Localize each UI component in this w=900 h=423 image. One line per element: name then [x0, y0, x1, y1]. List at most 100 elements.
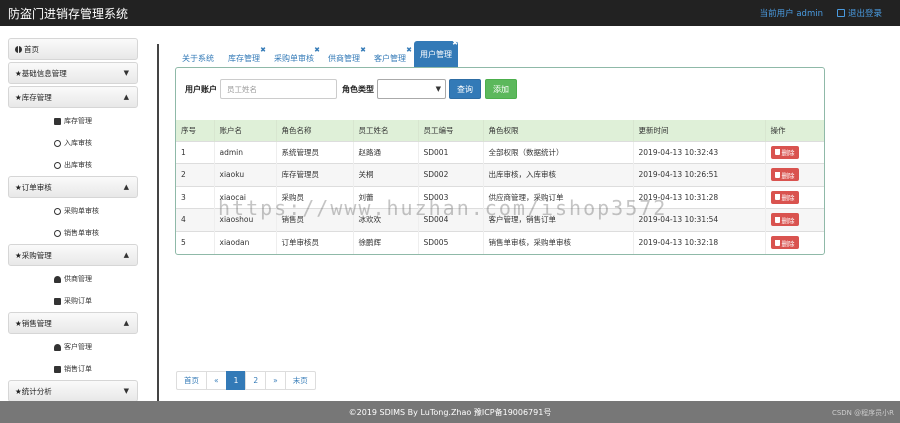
sidebar-group-statistics[interactable]: ★统计分析 ▼: [8, 380, 138, 401]
tab-user-manage[interactable]: 用户管理 ✖: [414, 39, 458, 68]
sidebar-item-label: 出库审核: [64, 161, 92, 169]
column-header: 操作: [764, 120, 824, 141]
table-cell: 1: [176, 140, 214, 164]
trash-icon: [774, 194, 780, 201]
sidebar-divider: [157, 44, 159, 401]
table-cell: 2019-04-13 10:31:54: [632, 208, 765, 231]
sidebar-item-sales-order[interactable]: 销售订单: [8, 358, 138, 380]
sidebar-group-basic-info[interactable]: ★基础信息管理 ▼: [8, 62, 138, 84]
sidebar-group-label: ★采购管理: [15, 250, 52, 260]
delete-button[interactable]: 删除: [770, 168, 799, 182]
page-last[interactable]: 末页: [284, 371, 316, 390]
delete-label: 删除: [781, 239, 795, 248]
table-cell: 库存管理员: [275, 163, 353, 186]
employee-name-input[interactable]: 员工姓名: [220, 79, 337, 99]
table-cell-actions: 删除: [764, 185, 824, 209]
table-header-row: 序号 账户名 角色名称 员工姓名 员工编号 角色权限 更新时间 操作: [176, 120, 824, 141]
top-navbar: 防盗门进销存管理系统 当前用户 admin 退出登录: [0, 0, 900, 26]
book-icon: [54, 365, 61, 373]
table-cell: 3: [176, 185, 214, 209]
trash-icon: [774, 149, 780, 156]
check-circle-icon: [54, 161, 61, 169]
table-row: 3 xiaocai 采购员 刘蕾 SD003 供应商管理，采购订单 2019-04-13 1…: [176, 185, 824, 209]
page-1[interactable]: 1: [225, 371, 247, 390]
sidebar-item-supplier-manage[interactable]: 供商管理: [8, 268, 138, 290]
table-cell: 2019-04-13 10:32:18: [632, 230, 765, 254]
table-cell: 采购员: [275, 185, 353, 209]
tab-label: 用户管理: [420, 50, 452, 59]
delete-label: 删除: [781, 149, 795, 158]
table-cell: SD002: [417, 163, 483, 186]
sidebar-item-sales-review[interactable]: 销售单审核: [8, 222, 138, 244]
page-prev[interactable]: «: [206, 371, 227, 390]
sidebar-group-label: ★销售管理: [15, 318, 52, 328]
delete-button[interactable]: 删除: [770, 236, 799, 249]
sidebar-group-order-review[interactable]: ★订单审核 ▲: [8, 176, 138, 198]
table-cell: 2019-04-13 10:26:51: [632, 163, 765, 186]
table-row: 4 xiaoshou 销售员 冰欢欢 SD004 客户管理，销售订单 2019-04-13 …: [176, 208, 824, 231]
tab-about[interactable]: 关于系统: [176, 48, 220, 68]
hdd-icon: [54, 117, 61, 125]
table-cell: 2019-04-13 10:31:28: [632, 185, 765, 209]
page-next[interactable]: »: [265, 371, 286, 390]
tab-purchase-review[interactable]: 采购单审核 ✖: [268, 46, 320, 68]
current-user-link[interactable]: 当前用户 admin: [760, 7, 823, 19]
sidebar-group-label: ★库存管理: [15, 92, 52, 102]
logout-link[interactable]: 退出登录: [836, 7, 882, 19]
sidebar-item-customer-manage[interactable]: 客户管理: [8, 336, 138, 358]
table-cell: 2019-04-13 10:32:43: [632, 140, 765, 164]
table-cell: 冰欢欢: [352, 208, 418, 231]
check-circle-icon: [54, 139, 61, 147]
sidebar-item-outbound-review[interactable]: 出库审核: [8, 154, 138, 176]
table-cell: 刘蕾: [352, 185, 418, 209]
sidebar-group-label: ★基础信息管理: [15, 68, 67, 78]
table-cell: SD004: [417, 208, 483, 231]
close-icon[interactable]: ✖: [452, 39, 458, 47]
table-row: 1 admin 系统管理员 赵路通 SD001 全部权限（数据统计） 2019-04-13 …: [176, 140, 824, 164]
sidebar-item-inbound-review[interactable]: 入库审核: [8, 132, 138, 154]
page-first[interactable]: 首页: [176, 371, 207, 390]
footer: ©2019 SDIMS By LuTong.Zhao 豫ICP备19006791…: [0, 401, 900, 423]
sidebar-item-label: 首页: [24, 44, 39, 54]
sidebar-item-purchase-review[interactable]: 采购单审核: [8, 200, 138, 222]
tab-inventory[interactable]: 库存管理 ✖: [222, 46, 266, 68]
close-icon[interactable]: ✖: [406, 46, 412, 54]
tab-label: 关于系统: [182, 53, 214, 63]
sidebar-item-inventory-manage[interactable]: 库存管理: [8, 110, 138, 132]
delete-button[interactable]: 删除: [770, 145, 799, 159]
sidebar-item-label: 采购订单: [64, 297, 92, 305]
sidebar-item-home[interactable]: 首页: [8, 38, 138, 60]
search-bar: 用户账户 员工姓名 角色类型 ▼ 查询 添加: [185, 79, 521, 99]
add-button[interactable]: 添加: [485, 79, 517, 99]
home-grid-icon: [15, 45, 22, 53]
csdn-credit: CSDN @程序员小R: [831, 409, 894, 417]
sidebar-group-purchase[interactable]: ★采购管理 ▲: [8, 244, 138, 266]
sidebar-group-inventory[interactable]: ★库存管理 ▲: [8, 86, 138, 108]
trash-icon: [774, 171, 780, 178]
sidebar-item-label: 客户管理: [64, 343, 92, 351]
tab-label: 库存管理: [228, 53, 260, 63]
app-title: 防盗门进销存管理系统: [8, 7, 129, 21]
page-2[interactable]: 2: [245, 371, 267, 390]
chevron-down-icon: ▼: [435, 85, 441, 93]
close-icon[interactable]: ✖: [360, 46, 366, 54]
logout-icon: [836, 9, 845, 17]
delete-label: 删除: [781, 216, 795, 225]
table-cell: SD003: [417, 185, 483, 209]
close-icon[interactable]: ✖: [260, 46, 266, 54]
chevron-down-icon: ▼: [123, 69, 129, 77]
query-button[interactable]: 查询: [449, 79, 481, 99]
user-table: 序号 账户名 角色名称 员工姓名 员工编号 角色权限 更新时间 操作 1 admi…: [176, 120, 824, 254]
tab-supplier[interactable]: 供商管理 ✖: [322, 46, 366, 68]
sidebar-item-purchase-order[interactable]: 采购订单: [8, 290, 138, 312]
tab-customer[interactable]: 客户管理 ✖: [368, 46, 412, 68]
delete-button[interactable]: 删除: [770, 190, 799, 204]
delete-button[interactable]: 删除: [770, 213, 799, 227]
role-type-select[interactable]: ▼: [377, 79, 446, 99]
table-cell: SD005: [417, 230, 483, 254]
close-icon[interactable]: ✖: [314, 46, 320, 54]
tab-label: 供商管理: [328, 53, 360, 63]
sidebar-group-label: ★订单审核: [15, 182, 52, 192]
table-cell: 客户管理，销售订单: [482, 208, 633, 231]
sidebar-group-sales[interactable]: ★销售管理 ▲: [8, 312, 138, 334]
